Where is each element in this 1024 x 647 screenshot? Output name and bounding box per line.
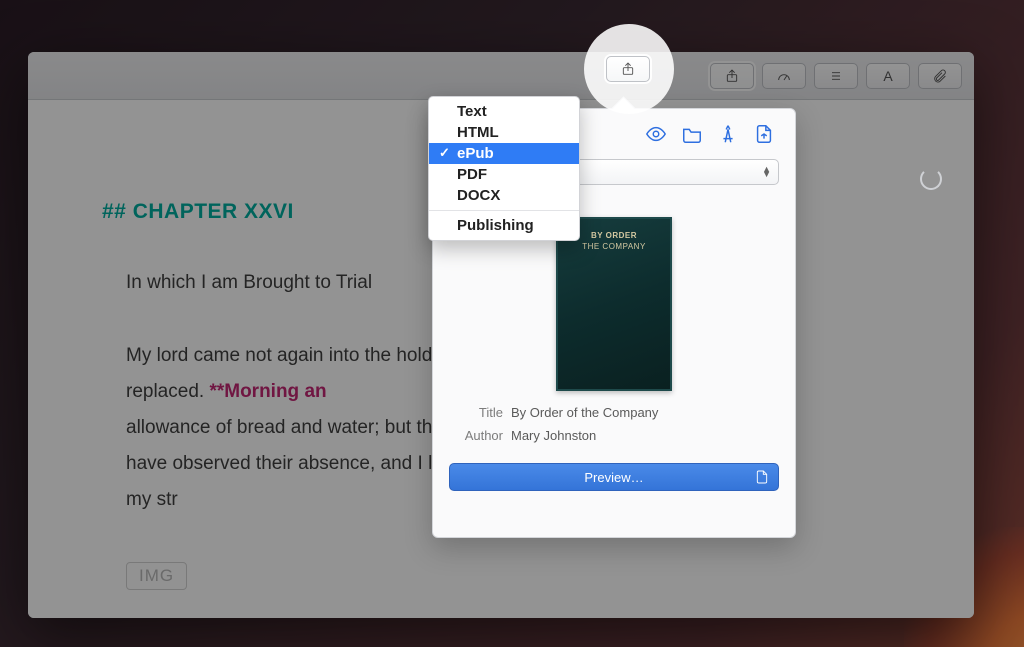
preview-button-label: Preview…: [584, 470, 643, 485]
document-icon: [754, 469, 770, 485]
share-button-original[interactable]: [710, 63, 754, 89]
text-format-icon: A: [883, 68, 892, 84]
menu-item-docx[interactable]: DOCX: [429, 185, 579, 206]
cover-line-2: THE COMPANY: [582, 242, 646, 251]
menu-item-epub[interactable]: ePub: [429, 143, 579, 164]
menu-item-html[interactable]: HTML: [429, 122, 579, 143]
export-format-menu: Text HTML ePub PDF DOCX Publishing: [428, 96, 580, 241]
eye-icon[interactable]: [645, 123, 667, 145]
menu-item-text[interactable]: Text: [429, 101, 579, 122]
title-label: Title: [449, 405, 511, 420]
menu-item-publishing[interactable]: Publishing: [429, 215, 579, 236]
share-button[interactable]: [606, 56, 650, 82]
file-export-icon[interactable]: [753, 123, 775, 145]
book-cover[interactable]: BY ORDER THE COMPANY: [556, 217, 672, 391]
gauge-button[interactable]: [762, 63, 806, 89]
author-label: Author: [449, 428, 511, 443]
window-titlebar: A: [28, 52, 974, 100]
metadata-grid: Title By Order of the Company Author Mar…: [449, 405, 779, 443]
loading-spinner: [920, 168, 942, 190]
attachment-button[interactable]: [918, 63, 962, 89]
cover-preview-area: BY ORDER THE COMPANY: [449, 217, 779, 391]
author-value[interactable]: Mary Johnston: [511, 428, 779, 443]
cover-line-1: BY ORDER: [591, 231, 637, 240]
menu-separator: [429, 210, 579, 211]
body-text-bold: **Morning an: [209, 381, 326, 402]
image-placeholder-badge[interactable]: IMG: [126, 562, 187, 590]
preview-button[interactable]: Preview…: [449, 463, 779, 491]
title-value[interactable]: By Order of the Company: [511, 405, 779, 420]
chevron-up-down-icon: ▲▼: [762, 167, 770, 178]
app-store-icon[interactable]: [717, 123, 739, 145]
menu-item-pdf[interactable]: PDF: [429, 164, 579, 185]
text-format-button[interactable]: A: [866, 63, 910, 89]
outline-button[interactable]: [814, 63, 858, 89]
folder-icon[interactable]: [681, 123, 703, 145]
